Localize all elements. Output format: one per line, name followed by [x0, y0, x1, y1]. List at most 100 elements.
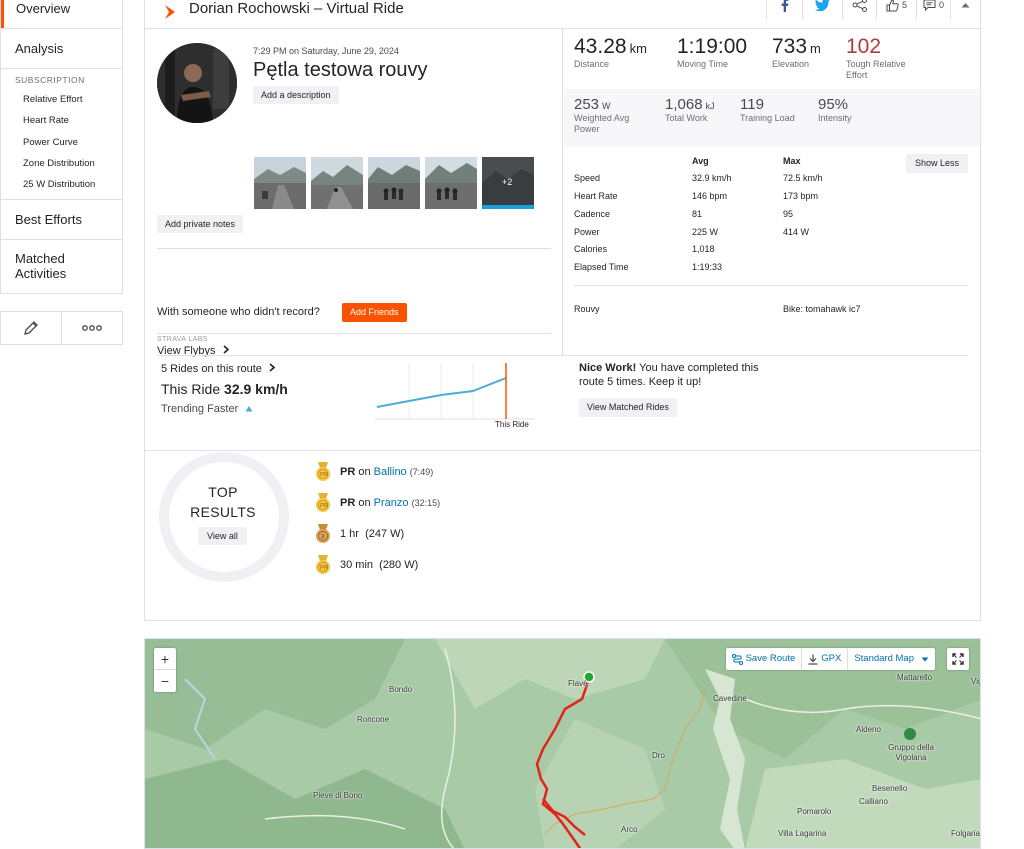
- add-friends-button[interactable]: Add Friends: [342, 303, 407, 322]
- view-matched-rides-button[interactable]: View Matched Rides: [579, 398, 677, 417]
- pencil-icon: [24, 321, 38, 335]
- trend-chart: This Ride: [375, 361, 535, 436]
- save-route-label: Save Route: [745, 653, 796, 664]
- elevation-value: 733: [772, 35, 808, 58]
- photo-thumbnail[interactable]: [254, 157, 306, 209]
- sidebar: Overview Analysis SUBSCRIPTION Relative …: [0, 0, 123, 295]
- nice-work-message: Nice Work! You have completed this route…: [579, 361, 779, 389]
- comments-button[interactable]: 0: [916, 0, 950, 19]
- edit-button[interactable]: [1, 312, 62, 344]
- gpx-download-button[interactable]: GPX: [802, 648, 849, 670]
- comment-icon: [923, 0, 936, 11]
- facebook-share-button[interactable]: [766, 0, 802, 19]
- kudos-button[interactable]: 5: [876, 0, 916, 19]
- third-place-medal-icon: 3: [316, 524, 330, 543]
- table-row: Elapsed Time 1:19:33: [574, 262, 970, 276]
- result-text: 1 hr: [340, 528, 359, 540]
- place-label: Aldeno: [856, 725, 881, 734]
- row-avg: 146 bpm: [692, 191, 728, 201]
- place-label: Folgaria: [951, 829, 980, 838]
- zoom-controls: + −: [154, 648, 176, 692]
- collapse-button[interactable]: [950, 0, 980, 19]
- row-max: 95: [783, 209, 794, 219]
- stat-relative-effort[interactable]: 102 Tough Relative Effort: [846, 35, 926, 81]
- twitter-share-button[interactable]: [802, 0, 842, 19]
- place-label: Calliano: [859, 797, 888, 806]
- primary-stats: 43.28 km Distance 1:19:00 Moving Time 733…: [564, 29, 980, 89]
- power-label: Weighted Avg Power: [574, 113, 630, 134]
- intensity-value: 95%: [818, 96, 849, 113]
- photo-thumbnail[interactable]: [311, 157, 363, 209]
- table-row: Heart Rate 146 bpm 173 bpm: [574, 191, 970, 205]
- elevation-label: Elevation: [772, 59, 810, 69]
- sidebar-item-best-efforts[interactable]: Best Efforts: [1, 199, 122, 239]
- sidebar-item-matched-activities[interactable]: Matched Activities: [1, 239, 122, 293]
- activity-name: Pętla testowa rouvy: [253, 59, 428, 81]
- result-detail: (7:49): [409, 467, 434, 477]
- sidebar-item-power-curve[interactable]: Power Curve: [1, 132, 122, 153]
- photo-strip: +2: [254, 157, 534, 209]
- fullscreen-button[interactable]: [947, 648, 969, 670]
- row-label: Cadence: [574, 209, 611, 219]
- avg-header: Avg: [692, 156, 709, 166]
- top-results: TOP RESULTS View all PR PR on Ballino (7…: [145, 452, 980, 620]
- add-description-button[interactable]: Add a description: [253, 86, 339, 104]
- route-icon: [731, 653, 743, 665]
- row-avg: 81: [692, 209, 703, 219]
- sidebar-item-analysis[interactable]: Analysis: [1, 28, 122, 68]
- sidebar-item-heart-rate[interactable]: Heart Rate: [1, 110, 122, 131]
- sidebar-item-overview[interactable]: Overview: [1, 0, 122, 28]
- power-value: 253: [574, 96, 600, 113]
- result-prefix: PR: [340, 497, 356, 509]
- zoom-in-button[interactable]: +: [154, 648, 176, 670]
- svg-text:PR: PR: [320, 566, 329, 572]
- table-header-row: Avg Max: [574, 156, 970, 170]
- sidebar-item-watt-distribution[interactable]: 25 W Distribution: [1, 174, 122, 199]
- twitter-icon: [815, 0, 830, 11]
- more-options-button[interactable]: [62, 312, 122, 344]
- row-avg: 1,018: [692, 244, 715, 254]
- rides-on-route-link[interactable]: 5 Rides on this route: [161, 363, 276, 375]
- segment-link[interactable]: Pranzo: [374, 497, 409, 509]
- segment-link[interactable]: Ballino: [374, 466, 407, 478]
- route-map[interactable]: Bondo Roncone Pieve di Bono Flavè Cavedi…: [144, 638, 981, 849]
- title-line1: TOP: [208, 484, 238, 500]
- stat-total-work: 1,068 kJ Total Work: [665, 96, 715, 124]
- sidebar-item-zone-distribution[interactable]: Zone Distribution: [1, 153, 122, 174]
- bike-name: Bike: tomahawk ic7: [783, 304, 861, 314]
- trending-text: Trending Faster: [161, 403, 253, 415]
- result-item: PR 30 min (280 W): [315, 555, 418, 575]
- orange-chevron-icon: [165, 5, 175, 19]
- share-button[interactable]: [842, 0, 876, 19]
- avatar[interactable]: [157, 43, 237, 123]
- sidebar-item-relative-effort[interactable]: Relative Effort: [1, 89, 122, 110]
- save-route-button[interactable]: Save Route: [726, 648, 803, 670]
- fullscreen-icon: [952, 653, 964, 665]
- top-results-title: TOP RESULTS: [175, 482, 271, 522]
- result-on: on: [358, 466, 371, 478]
- moving-time-label: Moving Time: [677, 59, 729, 69]
- add-private-notes-button[interactable]: Add private notes: [157, 215, 244, 233]
- sidebar-tools: [0, 311, 123, 345]
- table-row: Speed 32.9 km/h 72.5 km/h: [574, 173, 970, 187]
- work-label: Total Work: [665, 113, 708, 123]
- gpx-label: GPX: [821, 653, 842, 664]
- place-label: Mattarello: [897, 673, 933, 682]
- place-label: Bondo: [389, 685, 413, 694]
- stat-training-load[interactable]: 119 Training Load: [740, 96, 795, 124]
- photo-thumbnail[interactable]: [368, 157, 420, 209]
- zoom-out-button[interactable]: −: [154, 670, 176, 692]
- chevron-right-icon: [223, 345, 229, 354]
- distance-unit: km: [629, 41, 647, 56]
- view-all-button[interactable]: View all: [198, 527, 247, 545]
- stat-intensity[interactable]: 95% Intensity: [818, 96, 852, 124]
- route-comparison: 5 Rides on this route This Ride 32.9 km/…: [145, 355, 980, 451]
- athlete-photo: [157, 43, 237, 123]
- header-actions: 5 0: [766, 0, 980, 19]
- training-load-value: 119: [740, 96, 764, 113]
- title-line2: RESULTS: [190, 504, 256, 520]
- map-type-select[interactable]: Standard Map: [848, 648, 935, 670]
- photo-thumbnail[interactable]: [425, 157, 477, 209]
- more-photos-thumbnail[interactable]: +2: [482, 157, 534, 209]
- svg-text:PR: PR: [320, 473, 329, 479]
